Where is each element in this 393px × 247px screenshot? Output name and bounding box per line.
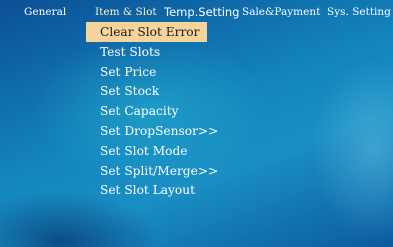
tab-general[interactable]: General (24, 0, 66, 24)
menu-item-clear-slot-error[interactable]: Clear Slot Error (86, 22, 207, 42)
menu-item-set-slot-mode[interactable]: Set Slot Mode (86, 141, 246, 161)
tab-temp-setting[interactable]: Temp.Setting (164, 0, 239, 24)
menu-item-set-stock[interactable]: Set Stock (86, 81, 246, 101)
menu-item-test-slots[interactable]: Test Slots (86, 42, 246, 62)
tab-item-slot[interactable]: Item & Slot (95, 0, 157, 24)
menu-item-set-slot-layout[interactable]: Set Slot Layout (86, 180, 246, 200)
tab-sys-setting[interactable]: Sys. Setting (327, 0, 391, 24)
item-slot-submenu: Clear Slot Error Test Slots Set Price Se… (86, 22, 246, 200)
menu-item-set-dropsensor[interactable]: Set DropSensor>> (86, 121, 246, 141)
settings-screen: General Item & Slot Temp.Setting Sale&Pa… (0, 0, 393, 247)
menu-item-set-capacity[interactable]: Set Capacity (86, 101, 246, 121)
tab-sale-payment[interactable]: Sale&Payment (242, 0, 320, 24)
menu-item-set-price[interactable]: Set Price (86, 62, 246, 82)
menu-item-set-split-merge[interactable]: Set Split/Merge>> (86, 161, 246, 181)
top-menu-bar: General Item & Slot Temp.Setting Sale&Pa… (0, 0, 393, 24)
